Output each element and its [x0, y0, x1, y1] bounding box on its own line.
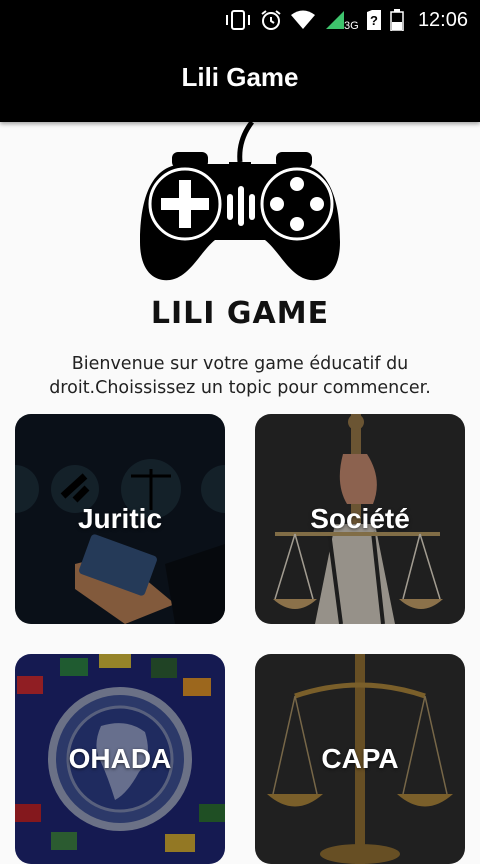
gamepad-logo-icon: [140, 120, 340, 292]
app-title: Lili Game: [181, 62, 299, 92]
logo-text: LILI GAME: [150, 296, 330, 331]
svg-text:3G: 3G: [344, 20, 358, 31]
topic-card-ohada[interactable]: OHADA: [15, 654, 225, 864]
status-time: 12:06: [417, 8, 468, 31]
topic-label: OHADA: [68, 743, 172, 774]
topic-card-societe[interactable]: Société: [255, 414, 465, 624]
wifi-icon: [290, 10, 316, 30]
status-icons: 3G ? 12:06: [224, 6, 468, 34]
topic-label: Société: [310, 503, 410, 534]
unknown-sim-icon: ?: [366, 9, 382, 31]
signal-icon: 3G: [324, 9, 358, 31]
topic-label: Juritic: [77, 503, 163, 534]
topic-card-juritic[interactable]: Juritic: [15, 414, 225, 624]
battery-icon: [390, 9, 404, 31]
app-bar: Lili Game: [0, 40, 480, 122]
topic-card-capa[interactable]: CAPA: [255, 654, 465, 864]
status-bar: 3G ? 12:06: [0, 0, 480, 40]
svg-text:?: ?: [370, 13, 378, 28]
welcome-text: Bienvenue sur votre game éducatif du dro…: [49, 354, 431, 398]
alarm-icon: [260, 9, 282, 31]
topic-label: CAPA: [321, 743, 399, 774]
vibrate-icon: [224, 9, 252, 31]
